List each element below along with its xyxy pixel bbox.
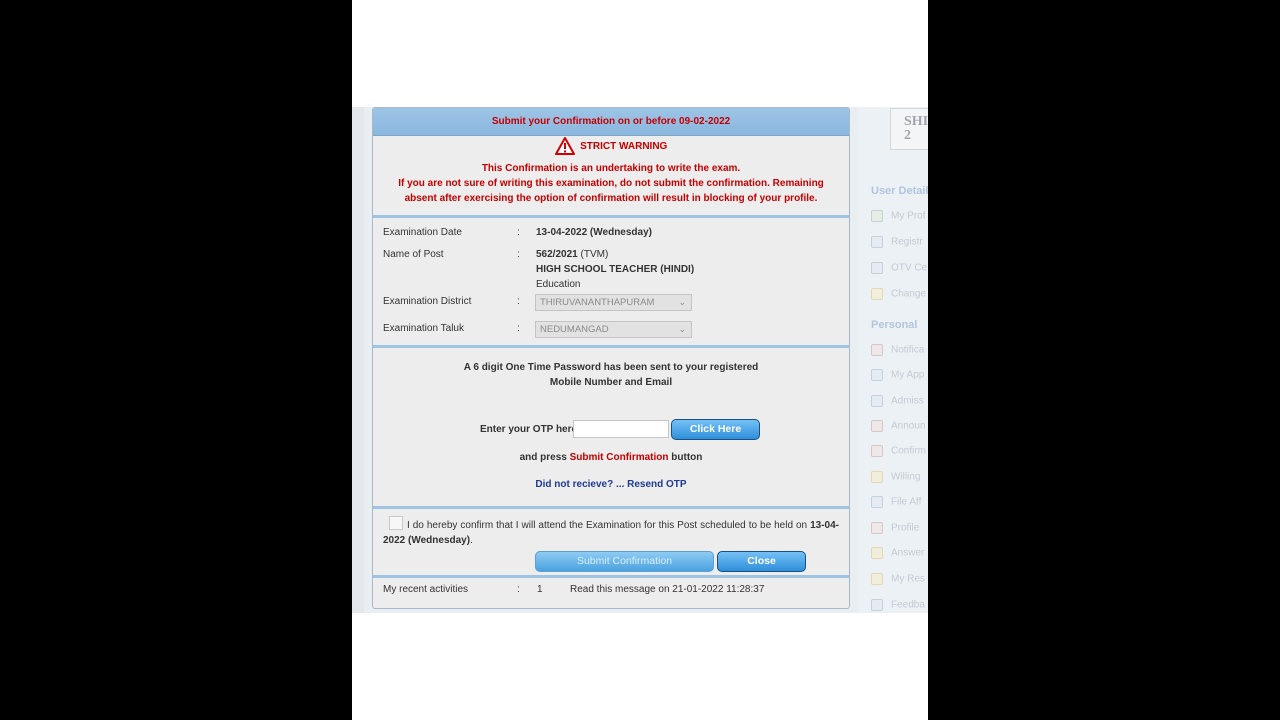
document-icon — [871, 236, 883, 248]
confirm-section: I do hereby confirm that I will attend t… — [373, 509, 849, 575]
resend-otp-link[interactable]: Did not recieve? ... Resend OTP — [373, 479, 849, 490]
otp-label: Enter your OTP here — [480, 424, 578, 435]
sidebar-item-file-affidavit[interactable]: File Aff — [871, 496, 928, 512]
sidebar-item-results[interactable]: My Res — [871, 573, 928, 589]
sidebar: SHI 2 User Detail My Prof Registr OTV Ce… — [858, 107, 928, 613]
chevron-down-icon: ⌄ — [678, 297, 686, 307]
key-icon — [871, 288, 883, 300]
sidebar-item-otv[interactable]: OTV Ce — [871, 262, 928, 278]
confirm-text: I do hereby confirm that I will attend t… — [407, 520, 808, 531]
taluk-value: NEDUMANGAD — [540, 324, 609, 335]
warning-message: This Confirmation is an undertaking to w… — [373, 157, 849, 206]
user-icon — [871, 210, 883, 222]
handshake-icon — [871, 471, 883, 483]
confirm-statement: I do hereby confirm that I will attend t… — [383, 518, 839, 548]
press-submit-text: Submit Confirmation — [569, 452, 669, 463]
recent-activities: My recent activities : 1 Read this messa… — [373, 578, 849, 598]
post-label: Name of Post — [383, 249, 444, 260]
sidebar-item-answer[interactable]: Answer — [871, 547, 928, 563]
sidebar-item-feedback[interactable]: Feedba — [871, 599, 928, 613]
district-label: Examination District — [383, 296, 472, 307]
warning-heading: STRICT WARNING — [373, 137, 849, 157]
taluk-label: Examination Taluk — [383, 323, 464, 334]
sidebar-item-notification[interactable]: Notifica — [871, 344, 928, 360]
recent-label: My recent activities — [383, 584, 469, 595]
calendar-icon — [871, 445, 883, 457]
confirm-suffix: . — [470, 535, 473, 546]
sidebar-item-my-profile[interactable]: My Prof — [871, 210, 928, 226]
colon: : — [517, 584, 520, 595]
sidebar-item-applications[interactable]: My App — [871, 369, 928, 385]
colon: : — [517, 296, 520, 307]
warning-line-1: This Confirmation is an undertaking to w… — [481, 163, 741, 174]
post-department: Education — [536, 279, 581, 290]
exam-date-label: Examination Date — [383, 227, 462, 238]
sidebar-section-user: User Detail — [871, 185, 928, 197]
otp-message-line-2: Mobile Number and Email — [549, 377, 673, 388]
district-value: THIRUVANANTHAPURAM — [540, 297, 655, 308]
otp-message: A 6 digit One Time Password has been sen… — [373, 360, 849, 390]
sidebar-item-change[interactable]: Change — [871, 288, 928, 304]
otp-input[interactable] — [573, 420, 669, 438]
colon: : — [517, 227, 520, 238]
results-icon — [871, 573, 883, 585]
megaphone-icon — [871, 420, 883, 432]
folder-icon — [871, 369, 883, 381]
confirmation-dialog: Submit your Confirmation on or before 09… — [372, 107, 850, 609]
key-icon — [871, 547, 883, 559]
sidebar-item-announcement[interactable]: Announ — [871, 420, 928, 436]
recent-message: Read this message on 21-01-2022 11:28:37 — [570, 584, 765, 595]
pen-icon — [871, 496, 883, 508]
sidebar-item-willingness[interactable]: Willing — [871, 471, 928, 487]
close-button[interactable]: Close — [717, 551, 806, 572]
sidebar-item-admission[interactable]: Admiss — [871, 395, 928, 411]
recent-count: 1 — [537, 584, 543, 595]
post-code: 562/2021 — [536, 249, 578, 260]
certificate-icon — [871, 262, 883, 274]
press-instruction: and press Submit Confirmation button — [373, 452, 849, 463]
district-select[interactable]: THIRUVANANTHAPURAM ⌄ — [535, 294, 692, 311]
otp-message-line-1: A 6 digit One Time Password has been sen… — [463, 362, 759, 373]
taluk-select[interactable]: NEDUMANGAD ⌄ — [535, 321, 692, 338]
colon: : — [517, 249, 520, 260]
sidebar-item-profile[interactable]: Profile — [871, 522, 928, 538]
click-here-button[interactable]: Click Here — [671, 419, 760, 440]
warning-title: STRICT WARNING — [580, 140, 668, 152]
confirm-checkbox[interactable] — [389, 516, 403, 530]
bell-icon — [871, 344, 883, 356]
submit-confirmation-button[interactable]: Submit Confirmation — [535, 551, 714, 572]
exam-date-value: 13-04-2022 (Wednesday) — [536, 227, 652, 238]
post-name: HIGH SCHOOL TEACHER (HINDI) — [536, 264, 695, 275]
warning-icon — [554, 137, 575, 155]
colon: : — [517, 323, 520, 334]
chevron-down-icon: ⌄ — [678, 324, 686, 334]
exam-details: Examination Date : 13-04-2022 (Wednesday… — [373, 218, 849, 345]
profile-icon — [871, 522, 883, 534]
dialog-header: Submit your Confirmation on or before 09… — [373, 108, 849, 136]
ticket-icon — [871, 395, 883, 407]
feedback-icon — [871, 599, 883, 611]
logo-text: SHI 2 — [904, 114, 928, 143]
post-code-line: 562/2021 (TVM) — [536, 249, 608, 260]
post-region: (TVM) — [580, 249, 609, 260]
left-border — [352, 107, 364, 613]
press-suffix: button — [671, 452, 703, 463]
warning-line-2: If you are not sure of writing this exam… — [398, 178, 824, 204]
sidebar-item-confirmation[interactable]: Confirm — [871, 445, 928, 461]
screen: SHI 2 User Detail My Prof Registr OTV Ce… — [352, 0, 928, 720]
otp-section: A 6 digit One Time Password has been sen… — [373, 348, 849, 506]
sidebar-section-personal: Personal — [871, 319, 918, 331]
press-prefix: and press — [519, 452, 567, 463]
sidebar-item-registration[interactable]: Registr — [871, 236, 928, 252]
